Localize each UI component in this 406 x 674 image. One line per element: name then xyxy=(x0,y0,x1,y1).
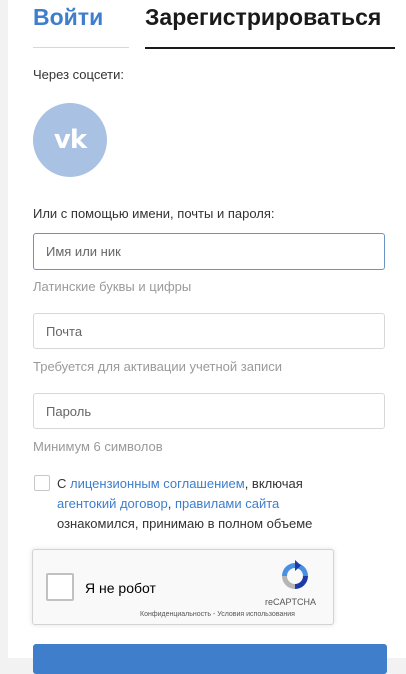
social-login-label: Через соцсети: xyxy=(33,67,124,82)
email-input[interactable] xyxy=(33,313,385,349)
email-hint: Требуется для активации учетной записи xyxy=(33,359,283,374)
recaptcha-brand: reCAPTCHA xyxy=(265,597,317,607)
recaptcha-checkbox[interactable] xyxy=(46,573,74,601)
license-agreement-link[interactable]: лицензионным соглашением xyxy=(70,476,245,491)
recaptcha-logo-icon xyxy=(282,560,308,589)
alt-registration-label: Или с помощью имени, почты и пароля: xyxy=(33,206,275,221)
tab-register-underline xyxy=(145,47,395,49)
auth-tabs: Войти Зарегистрироваться xyxy=(33,0,395,50)
tab-register[interactable]: Зарегистрироваться xyxy=(145,4,381,31)
registration-panel: Войти Зарегистрироваться Через соцсети: … xyxy=(8,0,406,674)
tab-login[interactable]: Войти xyxy=(33,4,103,31)
vk-login-button[interactable]: vk xyxy=(33,103,107,177)
agreement-prefix: С xyxy=(57,476,67,491)
site-rules-link[interactable]: правилами сайта xyxy=(175,496,279,511)
recaptcha-widget: Я не робот reCAPTCHA Конфиденциальность … xyxy=(32,549,334,625)
password-hint: Минимум 6 символов xyxy=(33,439,163,454)
tab-login-underline xyxy=(33,47,129,48)
agreement-text: С лицензионным соглашением, включая агент… xyxy=(57,474,357,534)
name-input[interactable] xyxy=(33,233,385,270)
name-hint: Латинские буквы и цифры xyxy=(33,279,192,294)
vk-icon: vk xyxy=(53,125,87,155)
agreement-suffix: ознакомился, принимаю в полном объеме xyxy=(57,516,313,531)
agreement-comma: , xyxy=(167,496,172,511)
password-input[interactable] xyxy=(33,393,385,429)
agency-agreement-link[interactable]: агентокий договор xyxy=(57,496,168,511)
agreement-middle: , включая xyxy=(244,476,303,491)
register-submit-button[interactable] xyxy=(33,644,387,674)
recaptcha-label: Я не робот xyxy=(85,580,156,596)
recaptcha-links[interactable]: Конфиденциальность - Условия использован… xyxy=(140,611,295,618)
agreement-checkbox[interactable] xyxy=(34,475,50,491)
